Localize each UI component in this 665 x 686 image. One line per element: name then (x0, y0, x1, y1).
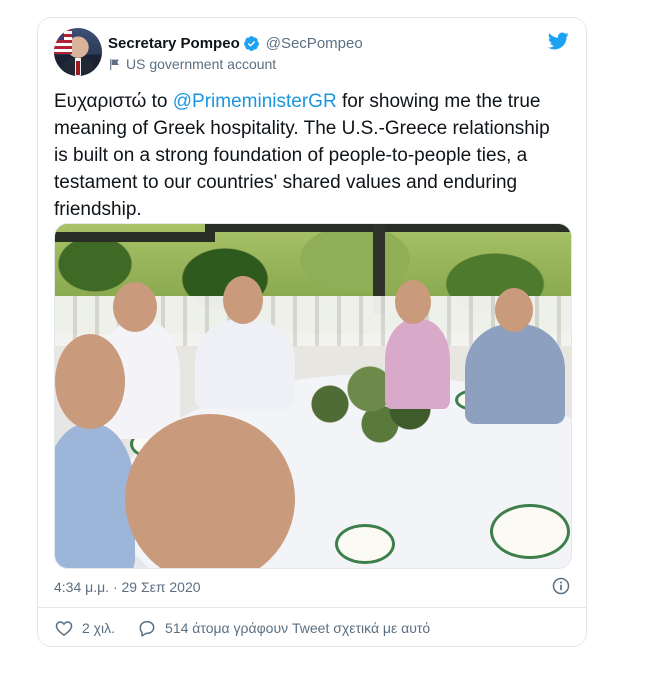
author-avatar[interactable] (54, 28, 102, 76)
divider (38, 607, 586, 608)
tweet-card[interactable]: Secretary Pompeo @SecPompeo US governmen… (37, 17, 587, 647)
avatar-flag (54, 28, 72, 54)
reply-button[interactable]: 514 άτομα γράφουν Tweet σχετικά με αυτό (137, 618, 430, 638)
government-account-label: US government account (126, 56, 277, 72)
author-name-row: Secretary Pompeo @SecPompeo (108, 35, 363, 52)
reply-count: 514 άτομα γράφουν Tweet σχετικά με αυτό (165, 620, 431, 636)
flag-icon (110, 58, 119, 70)
like-button[interactable]: 2 χιλ. (54, 618, 115, 638)
tweet-body: Ευχαριστώ to @PrimeministerGR for showin… (54, 88, 564, 223)
tweet-text-start: Ευχαριστώ to (54, 91, 173, 112)
heart-icon (55, 621, 73, 636)
government-label-row: US government account (108, 56, 276, 72)
author-handle[interactable]: @SecPompeo (266, 35, 363, 52)
info-icon[interactable] (551, 576, 571, 596)
verified-badge-icon (243, 36, 259, 51)
twitter-bird-icon[interactable] (545, 30, 571, 52)
mention-link[interactable]: @PrimeministerGR (173, 91, 337, 112)
tweet-photo[interactable] (54, 223, 572, 569)
author-display-name[interactable]: Secretary Pompeo (108, 35, 240, 52)
tweet-actions: 2 χιλ. 514 άτομα γράφουν Tweet σχετικά μ… (54, 618, 430, 638)
tweet-timestamp[interactable]: 4:34 μ.μ. · 29 Σεπ 2020 (54, 579, 201, 595)
like-count: 2 χιλ. (82, 620, 116, 636)
speech-bubble-icon (139, 621, 155, 637)
